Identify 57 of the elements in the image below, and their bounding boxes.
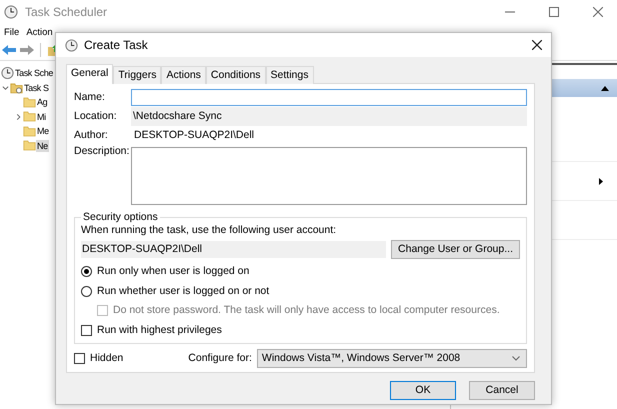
- configure-dropdown[interactable]: Windows Vista™, Windows Server™ 2008: [256, 349, 527, 368]
- radio-button[interactable]: [81, 266, 92, 278]
- option-label: Do not store password. The task will only have access to local computer resources.: [113, 304, 500, 318]
- tab[interactable]: Triggers: [113, 66, 162, 84]
- clock-icon: [4, 5, 18, 19]
- checkbox[interactable]: [74, 353, 85, 364]
- tab[interactable]: Conditions: [206, 66, 266, 84]
- account-value: DESKTOP-SUAQP2I\Dell: [81, 241, 386, 258]
- tree-item[interactable]: Ne: [37, 140, 48, 151]
- checkbox[interactable]: [81, 324, 92, 336]
- menu-item[interactable]: Action: [26, 26, 53, 38]
- clock-icon: [1, 66, 14, 80]
- option-label: Run only when user is logged on: [97, 265, 250, 278]
- name-field[interactable]: [131, 88, 527, 106]
- description-field[interactable]: [131, 147, 527, 205]
- chevron-down-icon: [512, 356, 520, 361]
- tab[interactable]: General: [66, 64, 114, 84]
- dialog-button[interactable]: OK: [390, 381, 456, 400]
- close-icon[interactable]: [532, 40, 542, 50]
- folder-icon: [23, 124, 36, 138]
- menu-item[interactable]: File: [4, 26, 20, 38]
- field-label: Configure for:: [188, 352, 252, 365]
- radio-button[interactable]: [81, 286, 92, 297]
- tab[interactable]: Settings: [266, 66, 314, 84]
- field-label: Name:: [74, 90, 106, 104]
- submenu-triangle-icon[interactable]: [599, 178, 603, 184]
- back-arrow-icon[interactable]: [2, 45, 16, 55]
- dialog-title: Create Task: [84, 38, 148, 52]
- chevron-down-icon[interactable]: [2, 84, 9, 92]
- window-title: Task Scheduler: [25, 5, 108, 19]
- group-title: Security options: [82, 211, 159, 224]
- change-user-button[interactable]: Change User or Group...: [391, 240, 520, 259]
- clock-icon: [65, 38, 78, 52]
- field-label: Author:: [74, 128, 109, 142]
- dialog-button[interactable]: Cancel: [469, 381, 535, 400]
- option-label: Run whether user is logged on or not: [97, 284, 270, 298]
- folder-icon: [23, 110, 36, 124]
- field-label: Location:: [74, 110, 118, 122]
- author-value: DESKTOP-SUAQP2I\Dell: [133, 128, 254, 142]
- option-label: Run with highest privileges: [97, 324, 222, 337]
- folder-clock-icon: [10, 80, 23, 95]
- forward-arrow-icon[interactable]: [20, 45, 34, 55]
- field-label: Description:: [74, 145, 130, 158]
- account-prompt: When running the task, use the following user account:: [81, 224, 338, 237]
- tree-item[interactable]: Ag: [37, 97, 48, 108]
- chevron-right-icon[interactable]: [15, 112, 22, 121]
- tree-item[interactable]: Mi: [37, 112, 46, 122]
- maximize-icon[interactable]: [549, 7, 559, 17]
- tab[interactable]: Actions: [161, 66, 206, 84]
- folder-icon: [23, 139, 36, 152]
- folder-icon: [23, 96, 36, 109]
- collapse-triangle-icon[interactable]: [601, 86, 609, 90]
- tree-item[interactable]: Task S: [24, 82, 49, 93]
- tree-item[interactable]: Me: [37, 126, 49, 136]
- option-label: Hidden: [90, 352, 124, 365]
- tree-item[interactable]: Task Sche: [15, 68, 53, 78]
- location-value: \Netdocshare Sync: [131, 106, 527, 126]
